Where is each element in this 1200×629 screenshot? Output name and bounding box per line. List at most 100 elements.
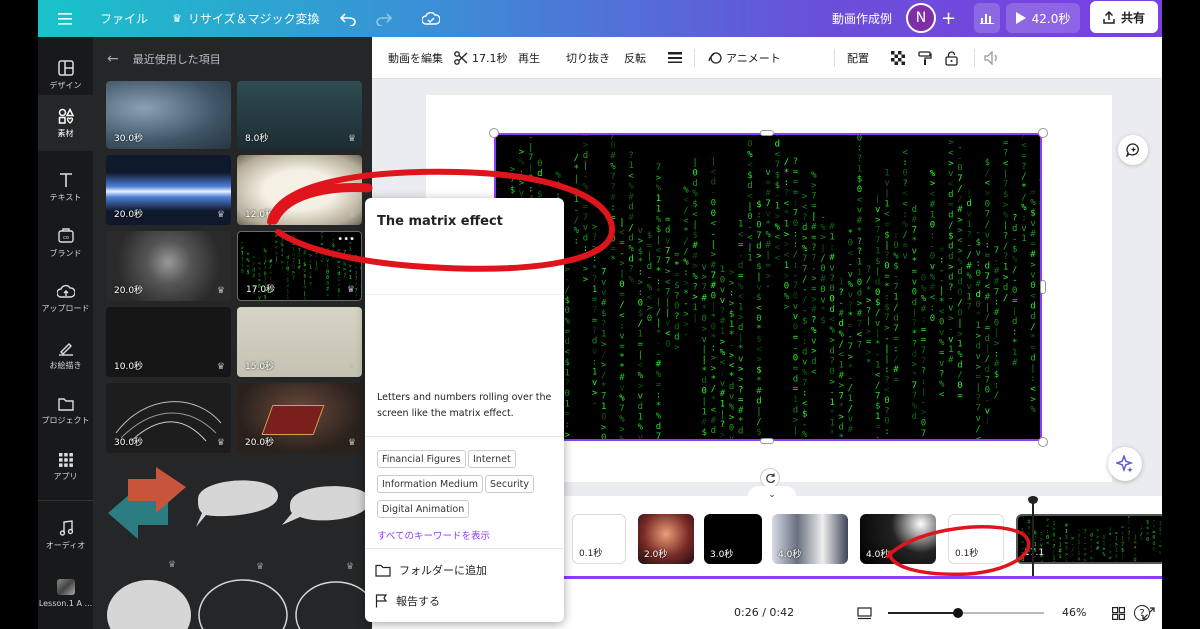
- zoom-percentage[interactable]: 46%: [1062, 606, 1086, 619]
- trim-button[interactable]: 17.1秒: [454, 37, 508, 79]
- media-thumbnail[interactable]: 12.0秒 ♛: [237, 155, 362, 225]
- resize-handle-top-right[interactable]: [1038, 128, 1048, 138]
- timeline-clip[interactable]: 4.0秒: [772, 514, 848, 564]
- rail-item-upload[interactable]: アップロード: [38, 271, 93, 327]
- media-thumbnail[interactable]: 30.0秒: [106, 81, 231, 149]
- help-icon[interactable]: ?: [1134, 605, 1150, 621]
- keyword-tag[interactable]: Security: [485, 475, 535, 493]
- keyword-tag[interactable]: Internet: [468, 450, 516, 468]
- comment-button[interactable]: [1118, 135, 1148, 165]
- media-thumbnail[interactable]: 20.0秒 ♛: [106, 231, 231, 301]
- animate-button[interactable]: アニメート: [708, 37, 781, 79]
- insights-icon[interactable]: [974, 3, 1000, 33]
- matrix-glyph: #: [811, 222, 817, 232]
- timeline-clip-selected[interactable]: 1*=->d#vv=d$071$-:>v?=d><:0<1>0=?:1?*1#$…: [1016, 514, 1162, 564]
- matrix-glyph: =: [738, 396, 744, 406]
- matrix-glyph: 7: [656, 163, 661, 173]
- matrix-glyph: >: [592, 223, 598, 233]
- border-style-icon[interactable]: [668, 37, 682, 79]
- back-arrow-icon[interactable]: ←: [107, 51, 119, 67]
- media-thumbnail-selected[interactable]: - >7?: $ *% = $ * * d # -0 < < > $ = 0/v% | /? 0 7 7? $ # / >:: v >…: [237, 231, 362, 301]
- media-thumbnail[interactable]: 20.0秒 ♛: [106, 155, 231, 225]
- show-all-keywords-link[interactable]: すべてのキーワードを表示: [377, 528, 490, 542]
- unlock-icon[interactable]: [945, 37, 958, 79]
- matrix-glyph: v: [966, 210, 971, 220]
- matrix-video-element[interactable]: >d>7v1>%?0/7<d=/>=*-|>7$>17$=?>7>%*/>$0-…: [494, 133, 1042, 441]
- matrix-glyph: :: [528, 184, 533, 194]
- resize-handle-bottom-right[interactable]: [1038, 437, 1048, 447]
- matrix-glyph: -: [921, 398, 926, 408]
- rail-item-draw[interactable]: お絵描き: [38, 327, 93, 383]
- playback-button[interactable]: 再生: [518, 37, 540, 79]
- timeline-clip[interactable]: 0.1秒: [572, 514, 626, 564]
- matrix-glyph: *: [866, 286, 871, 296]
- resize-button[interactable]: ♛ リサイズ＆マジック変換: [172, 0, 320, 37]
- resize-handle-top[interactable]: [760, 130, 774, 136]
- report-button[interactable]: 報告する: [375, 593, 440, 609]
- resize-handle-right[interactable]: [1040, 280, 1046, 294]
- rail-item-lesson[interactable]: Lesson.1 A ...: [38, 565, 93, 621]
- document-title[interactable]: 動画作成例: [832, 0, 892, 37]
- page-layout-icon[interactable]: [857, 605, 872, 624]
- rail-item-elements[interactable]: 素材: [38, 95, 93, 151]
- rail-item-text[interactable]: テキスト: [38, 159, 93, 215]
- matrix-glyph: >: [811, 181, 817, 191]
- more-options-icon[interactable]: •••: [337, 234, 355, 245]
- timeline-clip[interactable]: 2.0秒: [638, 514, 694, 564]
- play-preview-button[interactable]: 42.0秒: [1006, 3, 1080, 33]
- flip-button[interactable]: 反転: [624, 37, 646, 79]
- matrix-glyph: $: [893, 262, 898, 272]
- rail-item-projects[interactable]: プロジェクト: [38, 383, 93, 439]
- magic-assistant-button[interactable]: [1108, 447, 1142, 481]
- redo-icon[interactable]: [376, 0, 392, 37]
- rail-item-brand[interactable]: co ブランド: [38, 215, 93, 271]
- media-thumbnail[interactable]: 10.0秒 ♛: [106, 307, 231, 377]
- media-thumbnail[interactable]: 20.0秒 ♛: [237, 383, 362, 453]
- matrix-glyph: >: [866, 296, 872, 306]
- rotate-handle[interactable]: [760, 468, 780, 488]
- zoom-slider-track[interactable]: [888, 608, 1044, 618]
- add-collaborator-icon[interactable]: +: [941, 0, 956, 37]
- avatar[interactable]: N: [906, 3, 936, 33]
- file-menu-button[interactable]: ファイル: [100, 0, 148, 37]
- crop-button[interactable]: 切り抜き: [566, 37, 610, 79]
- matrix-glyph: |: [820, 244, 825, 254]
- position-button[interactable]: 配置: [847, 37, 869, 79]
- keyword-tag[interactable]: Information Medium: [377, 475, 483, 493]
- grid-view-icon[interactable]: [1112, 605, 1126, 624]
- matrix-glyph: *: [1030, 333, 1035, 343]
- rail-item-audio[interactable]: オーディオ: [38, 507, 93, 563]
- collapse-timeline-chevron-icon[interactable]: ⌄: [748, 486, 796, 504]
- playhead-knob[interactable]: [1028, 496, 1038, 504]
- edit-video-button[interactable]: 動画を編集: [388, 37, 443, 79]
- share-button[interactable]: 共有: [1090, 1, 1158, 33]
- keyword-tag[interactable]: Digital Animation: [377, 500, 470, 518]
- media-thumbnail[interactable]: 15.0秒 ♛: [237, 307, 362, 377]
- keyword-tag[interactable]: Financial Figures: [377, 450, 466, 468]
- media-thumbnail[interactable]: 30.0秒 ♛: [106, 383, 231, 453]
- matrix-glyph: 0: [756, 314, 761, 324]
- matrix-glyph: :: [784, 178, 789, 188]
- volume-icon[interactable]: [984, 37, 1000, 79]
- playhead[interactable]: [1032, 496, 1034, 578]
- resize-handle-bottom[interactable]: [760, 438, 774, 444]
- matrix-glyph: v: [857, 206, 862, 216]
- undo-icon[interactable]: [340, 0, 356, 37]
- media-thumbnail[interactable]: 8.0秒 ♛: [237, 81, 362, 149]
- timeline-clip[interactable]: 3.0秒: [704, 514, 762, 564]
- matrix-glyph: -: [884, 334, 889, 344]
- matrix-glyph: =: [1012, 296, 1018, 306]
- transparency-icon[interactable]: [891, 37, 905, 79]
- matrix-glyph: <: [848, 249, 854, 259]
- zoom-slider-knob[interactable]: [953, 608, 964, 618]
- timeline-clip[interactable]: 4.0秒: [860, 514, 936, 564]
- cloud-saved-icon[interactable]: [422, 0, 440, 37]
- paint-roller-icon[interactable]: [918, 37, 932, 79]
- flag-icon: [375, 594, 388, 608]
- resize-handle-top-left[interactable]: [489, 128, 499, 138]
- add-to-folder-button[interactable]: フォルダーに追加: [375, 562, 487, 578]
- rail-item-apps[interactable]: アプリ: [38, 439, 93, 495]
- shape-elements-grid[interactable]: ♛ ♛ ♛: [106, 465, 372, 629]
- menu-icon[interactable]: [58, 0, 72, 37]
- timeline-clip[interactable]: 0.1秒: [948, 514, 1004, 564]
